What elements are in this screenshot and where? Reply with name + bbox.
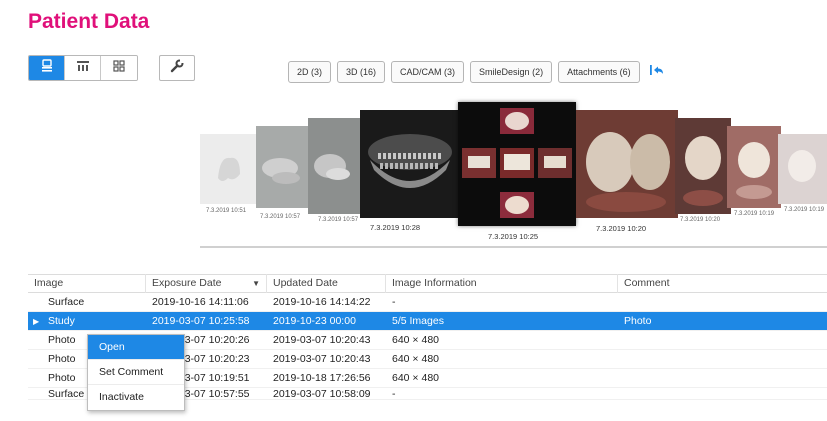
cell-image-information: 5/5 Images (392, 315, 444, 327)
filter-3d-button[interactable]: 3D (16) (337, 61, 386, 83)
cell-updated-date: 2019-03-07 10:58:09 (273, 388, 371, 400)
thumbnail-date-label: 7.3.2019 10:57 (318, 217, 359, 223)
context-menu: Open Set Comment Inactivate (87, 334, 185, 411)
view-mode-switcher (28, 55, 138, 81)
gallery-thumbnail[interactable] (675, 118, 731, 214)
column-header-exposure-date[interactable]: Exposure Date ▼ (146, 274, 267, 293)
thumbnail-date-label-selected: 7.3.2019 10:25 (488, 232, 539, 241)
image-type-filters: 2D (3) 3D (16) CAD/CAM (3) SmileDesign (… (288, 61, 666, 83)
thumbnail-date-label: 7.3.2019 10:19 (784, 207, 825, 213)
undo-button[interactable] (648, 63, 666, 81)
menu-item-inactivate[interactable]: Inactivate (88, 385, 184, 410)
thumbnail-date-label: 7.3.2019 10:20 (596, 224, 647, 233)
cell-updated-date: 2019-10-18 17:26:56 (273, 372, 371, 384)
viewer-icon (40, 58, 54, 78)
filter-smiledesign-button[interactable]: SmileDesign (2) (470, 61, 553, 83)
grid-mode-button[interactable] (101, 56, 137, 80)
tools-button[interactable] (159, 55, 195, 81)
gallery-thumbnail[interactable] (778, 134, 827, 204)
gallery-thumbnail[interactable] (200, 134, 256, 204)
expand-arrow-icon[interactable]: ▶ (33, 317, 39, 326)
filter-cadcam-button[interactable]: CAD/CAM (3) (391, 61, 465, 83)
cell-image-information: 640 × 480 (392, 372, 440, 384)
cell-updated-date: 2019-10-23 00:00 (273, 315, 356, 327)
gallery-thumbnail[interactable] (576, 110, 678, 218)
page-title: Patient Data (28, 10, 150, 33)
cell-image-information: - (392, 388, 396, 400)
gallery-thumbnail[interactable] (360, 110, 460, 218)
cell-image-information: - (392, 296, 396, 308)
thumbnail-date-label: 7.3.2019 10:51 (206, 208, 247, 214)
image-carousel[interactable]: 7.3.2019 10:51 7.3.2019 10:57 7.3.2019 1… (200, 96, 827, 248)
timeline-mode-button[interactable] (65, 56, 101, 80)
gallery-thumbnail[interactable] (256, 126, 314, 208)
thumbnail-date-label: 7.3.2019 10:28 (370, 223, 421, 232)
thumbnail-date-label: 7.3.2019 10:20 (680, 217, 721, 223)
filter-2d-button[interactable]: 2D (3) (288, 61, 332, 83)
cell-exposure-date: 2019-03-07 10:25:58 (152, 315, 250, 327)
cell-updated-date: 2019-10-16 14:14:22 (273, 296, 371, 308)
sort-descending-icon: ▼ (252, 279, 260, 288)
menu-item-set-comment[interactable]: Set Comment (88, 360, 184, 385)
column-header-updated-date[interactable]: Updated Date (267, 274, 386, 293)
gallery-thumbnail-selected[interactable] (458, 102, 576, 226)
thumbnail-date-label: 7.3.2019 10:19 (734, 211, 775, 217)
filter-attachments-button[interactable]: Attachments (6) (558, 61, 640, 83)
column-header-image-information[interactable]: Image Information (386, 274, 618, 293)
grid-icon (112, 59, 126, 78)
cell-updated-date: 2019-03-07 10:20:43 (273, 334, 371, 346)
column-header-comment[interactable]: Comment (618, 274, 827, 293)
menu-item-open[interactable]: Open (88, 335, 184, 360)
undo-arrow-icon (649, 63, 665, 82)
table-row-selected[interactable]: ▶ Study 2019-03-07 10:25:58 2019-10-23 0… (28, 312, 827, 331)
cell-updated-date: 2019-03-07 10:20:43 (273, 353, 371, 365)
gallery-thumbnail[interactable] (308, 118, 362, 214)
table-row[interactable]: Surface 2019-10-16 14:11:06 2019-10-16 1… (28, 293, 827, 312)
cell-image-information: 640 × 480 (392, 334, 440, 346)
cell-exposure-date: 2019-10-16 14:11:06 (152, 296, 249, 308)
column-header-label: Exposure Date (152, 277, 222, 289)
table-header: Image Exposure Date ▼ Updated Date Image … (28, 274, 827, 293)
cell-comment: Photo (624, 315, 652, 327)
gallery-thumbnail[interactable] (727, 126, 781, 208)
carousel-divider (200, 246, 827, 248)
cell-image: Study (48, 315, 75, 327)
thumbnail-date-label: 7.3.2019 10:57 (260, 214, 301, 220)
wrench-icon (169, 58, 185, 79)
timeline-icon (76, 59, 90, 78)
cell-image: Surface (48, 296, 85, 308)
viewer-mode-button[interactable] (29, 56, 65, 80)
column-header-image[interactable]: Image (28, 274, 146, 293)
cell-image-information: 640 × 480 (392, 353, 440, 365)
